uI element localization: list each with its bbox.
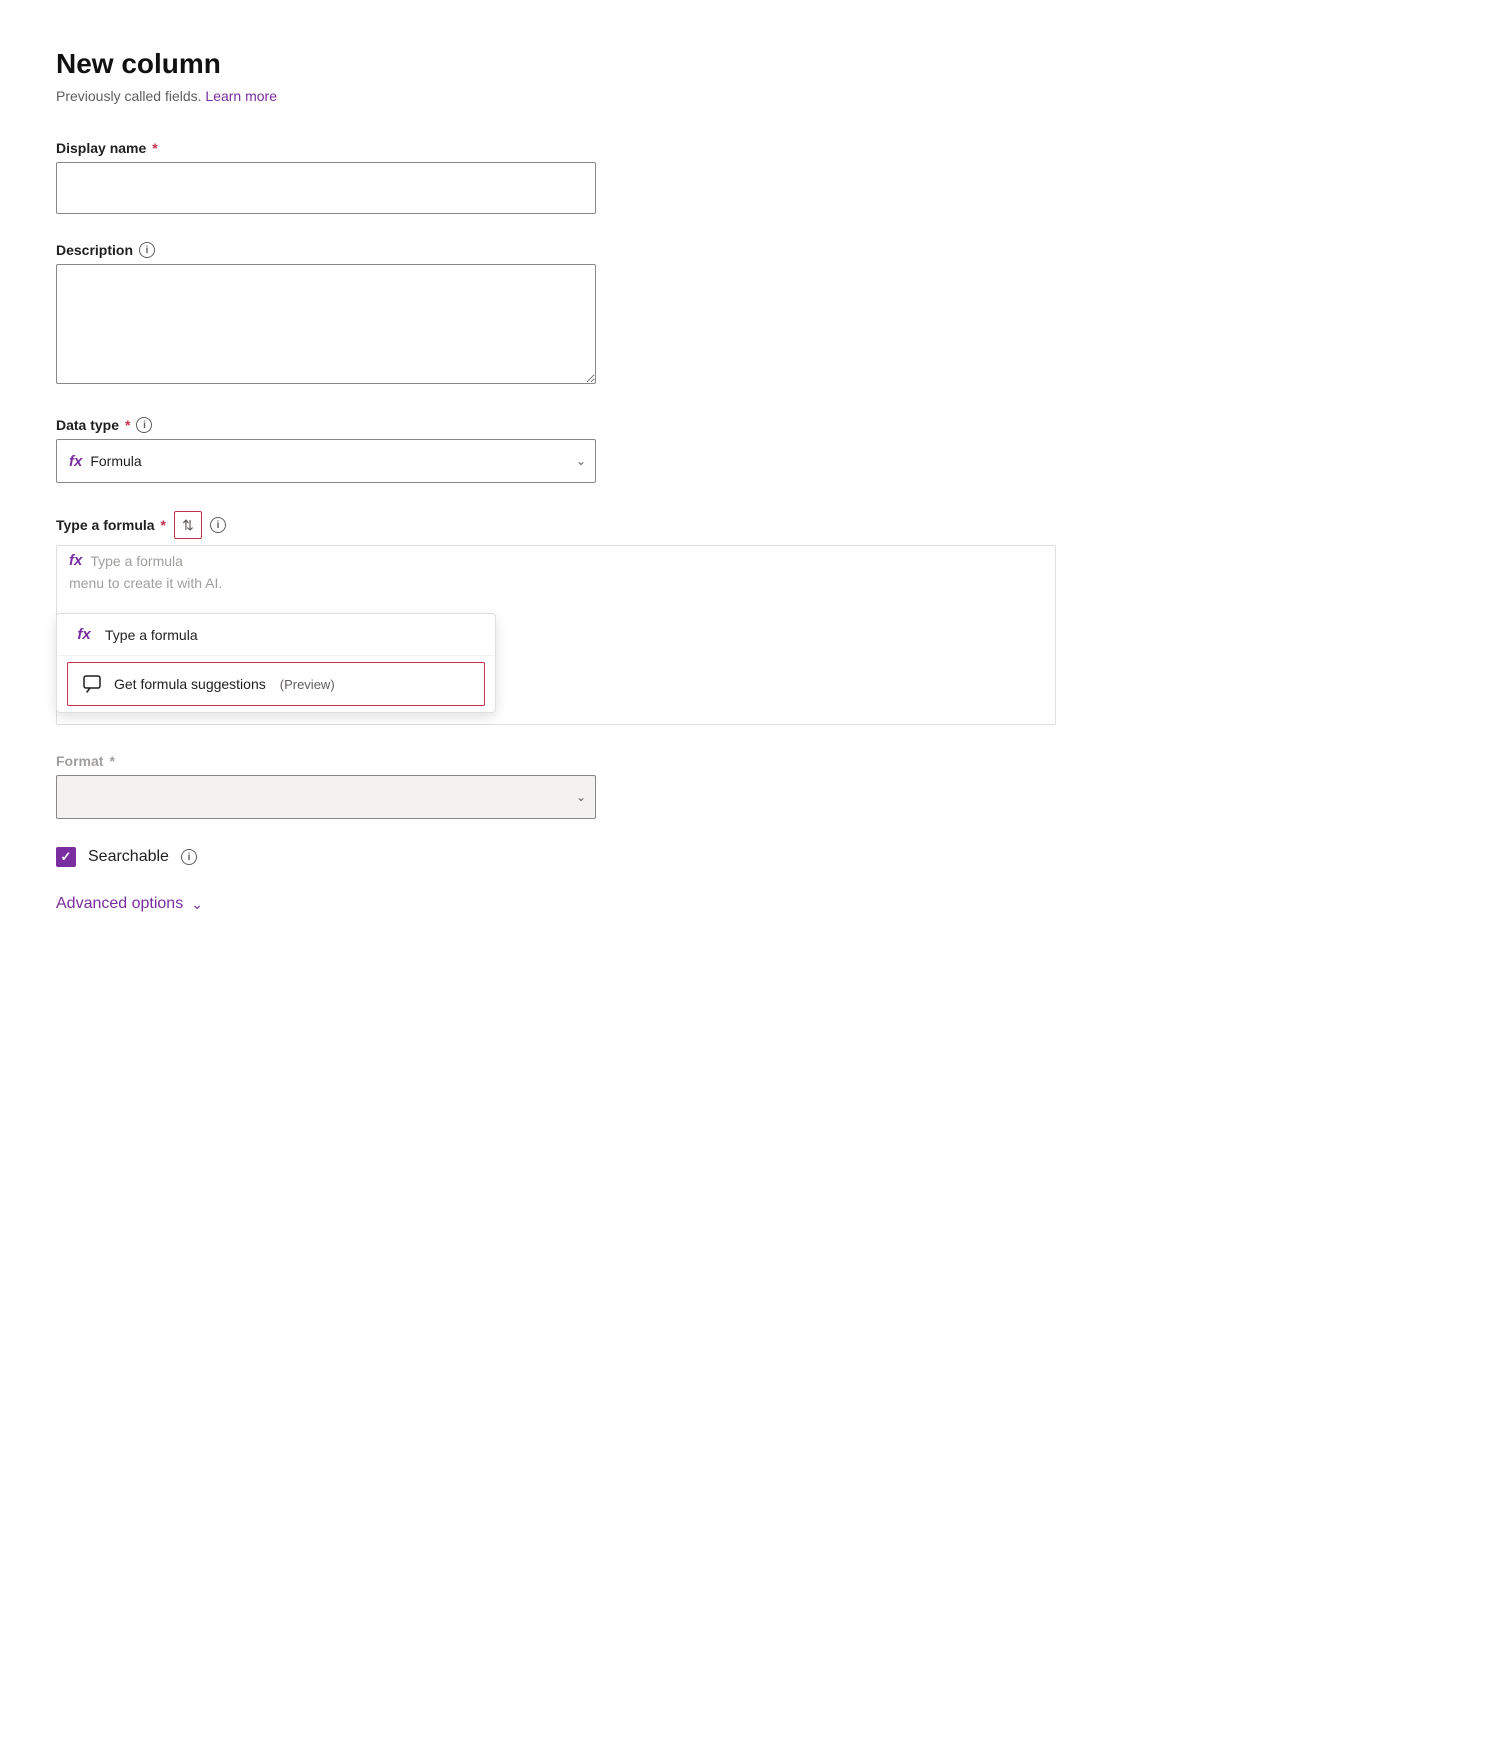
advanced-options-chevron-icon: ⌄ bbox=[191, 896, 203, 913]
searchable-info-icon[interactable]: i bbox=[181, 849, 197, 865]
learn-more-link[interactable]: Learn more bbox=[205, 88, 277, 104]
subtitle-text: Previously called fields. bbox=[56, 88, 202, 104]
searchable-label: Searchable bbox=[88, 848, 169, 866]
formula-dropdown: fx Type a formula Get formula suggestion… bbox=[56, 613, 496, 713]
format-group: Format * ⌄ bbox=[56, 753, 1429, 819]
formula-expand-button[interactable]: ⇅ bbox=[174, 511, 202, 539]
advanced-options-label: Advanced options bbox=[56, 895, 183, 913]
searchable-checkbox[interactable]: ✓ bbox=[56, 847, 76, 867]
display-name-required: * bbox=[152, 140, 157, 156]
chat-icon bbox=[82, 673, 104, 695]
searchable-row: ✓ Searchable i bbox=[56, 847, 1429, 867]
expand-arrows-icon: ⇅ bbox=[182, 517, 194, 534]
data-type-label: Data type * i bbox=[56, 417, 1429, 433]
formula-required: * bbox=[161, 517, 166, 533]
format-label: Format * bbox=[56, 753, 1429, 769]
formula-suggestions-label: Get formula suggestions bbox=[114, 676, 266, 692]
formula-editor-wrapper: fx Type a formula menu to create it with… bbox=[56, 545, 1056, 725]
display-name-input[interactable] bbox=[56, 162, 596, 214]
display-name-group: Display name * bbox=[56, 140, 1429, 214]
formula-section: Type a formula * ⇅ i fx Type a formula m… bbox=[56, 511, 1429, 725]
formula-label: Type a formula * bbox=[56, 517, 166, 533]
formula-placeholder-row: fx Type a formula bbox=[57, 546, 1055, 569]
data-type-select-wrapper: fx Formula ⌄ bbox=[56, 439, 596, 483]
formula-type-label: Type a formula bbox=[105, 627, 198, 643]
formula-ai-text: menu to create it with AI. bbox=[57, 569, 1055, 597]
formula-suggestions-item[interactable]: Get formula suggestions (Preview) bbox=[67, 662, 485, 706]
page-title: New column bbox=[56, 48, 1429, 80]
display-name-label: Display name * bbox=[56, 140, 1429, 156]
description-input[interactable] bbox=[56, 264, 596, 384]
description-info-icon[interactable]: i bbox=[139, 242, 155, 258]
checkmark-icon: ✓ bbox=[61, 849, 72, 865]
subtitle: Previously called fields. Learn more bbox=[56, 88, 1429, 104]
format-select-wrapper: ⌄ bbox=[56, 775, 596, 819]
formula-info-icon[interactable]: i bbox=[210, 517, 226, 533]
data-type-info-icon[interactable]: i bbox=[136, 417, 152, 433]
formula-label-row: Type a formula * ⇅ i bbox=[56, 511, 1429, 539]
formula-fx-icon: fx bbox=[69, 552, 82, 569]
formula-type-fx-icon: fx bbox=[73, 626, 95, 643]
fx-icon: fx bbox=[69, 453, 82, 470]
description-label: Description i bbox=[56, 242, 1429, 258]
formula-type-item[interactable]: fx Type a formula bbox=[57, 614, 495, 656]
formula-suggestions-badge: (Preview) bbox=[280, 677, 335, 692]
data-type-required: * bbox=[125, 417, 130, 433]
data-type-select[interactable]: fx Formula bbox=[56, 439, 596, 483]
advanced-options-row[interactable]: Advanced options ⌄ bbox=[56, 895, 1429, 913]
format-select bbox=[56, 775, 596, 819]
description-group: Description i bbox=[56, 242, 1429, 389]
formula-placeholder-text: Type a formula bbox=[90, 553, 183, 569]
format-required: * bbox=[109, 753, 114, 769]
data-type-value: Formula bbox=[90, 453, 141, 469]
data-type-group: Data type * i fx Formula ⌄ bbox=[56, 417, 1429, 483]
